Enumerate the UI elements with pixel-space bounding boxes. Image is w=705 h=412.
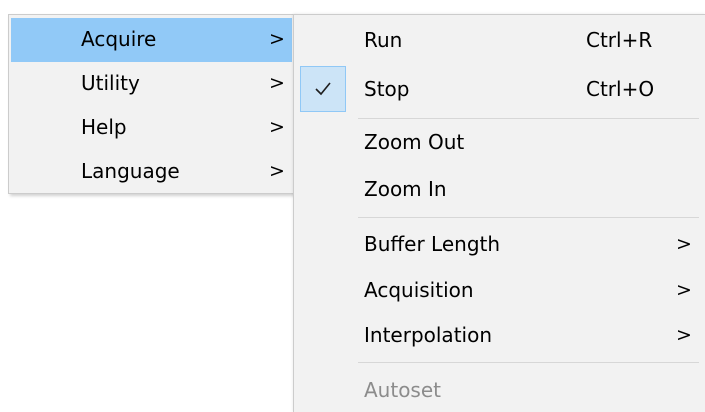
submenu-item-stop[interactable]: Stop Ctrl+O <box>294 66 705 112</box>
submenu-item-autoset: Autoset <box>294 367 705 412</box>
menu-item-label: Help <box>81 115 127 139</box>
submenu-item-acquisition[interactable]: Acquisition > <box>294 267 705 313</box>
submenu-arrow-icon: > <box>676 279 692 301</box>
menu-separator <box>358 217 699 218</box>
submenu-item-label: Zoom In <box>364 177 447 201</box>
submenu-item-run[interactable]: Run Ctrl+R <box>294 17 705 63</box>
submenu-item-label: Autoset <box>364 378 442 402</box>
menu-item-label: Utility <box>81 71 140 95</box>
menu-item-help[interactable]: Help > <box>11 106 292 150</box>
submenu-arrow-icon: > <box>676 324 692 346</box>
menu-item-label: Acquire <box>81 27 157 51</box>
submenu-item-label: Acquisition <box>364 278 474 302</box>
menu-item-language[interactable]: Language > <box>11 150 292 194</box>
shortcut-label: Ctrl+O <box>586 77 655 101</box>
submenu-item-interpolation[interactable]: Interpolation > <box>294 312 705 358</box>
main-menu: Acquire > Utility > Help > Language > <box>8 14 295 194</box>
submenu-item-zoom-out[interactable]: Zoom Out <box>294 119 705 165</box>
submenu-arrow-icon: > <box>269 116 285 138</box>
submenu-item-label: Stop <box>364 77 410 101</box>
submenu-item-buffer-length[interactable]: Buffer Length > <box>294 221 705 267</box>
menu-item-acquire[interactable]: Acquire > <box>11 18 292 62</box>
check-mark-icon <box>300 66 346 112</box>
submenu-item-label: Buffer Length <box>364 232 501 256</box>
submenu-item-label: Interpolation <box>364 323 492 347</box>
menu-separator <box>358 362 699 363</box>
submenu-item-label: Zoom Out <box>364 130 465 154</box>
acquire-submenu: Run Ctrl+R Stop Ctrl+O Zoom Out Zoom In … <box>293 14 705 412</box>
submenu-item-zoom-in[interactable]: Zoom In <box>294 166 705 212</box>
submenu-item-label: Run <box>364 28 403 52</box>
menu-item-utility[interactable]: Utility > <box>11 62 292 106</box>
submenu-arrow-icon: > <box>269 28 285 50</box>
submenu-arrow-icon: > <box>269 72 285 94</box>
submenu-arrow-icon: > <box>269 160 285 182</box>
context-menu-screen: Acquire > Utility > Help > Language > Ru… <box>0 0 705 412</box>
shortcut-label: Ctrl+R <box>586 28 653 52</box>
menu-item-label: Language <box>81 159 180 183</box>
submenu-arrow-icon: > <box>676 233 692 255</box>
